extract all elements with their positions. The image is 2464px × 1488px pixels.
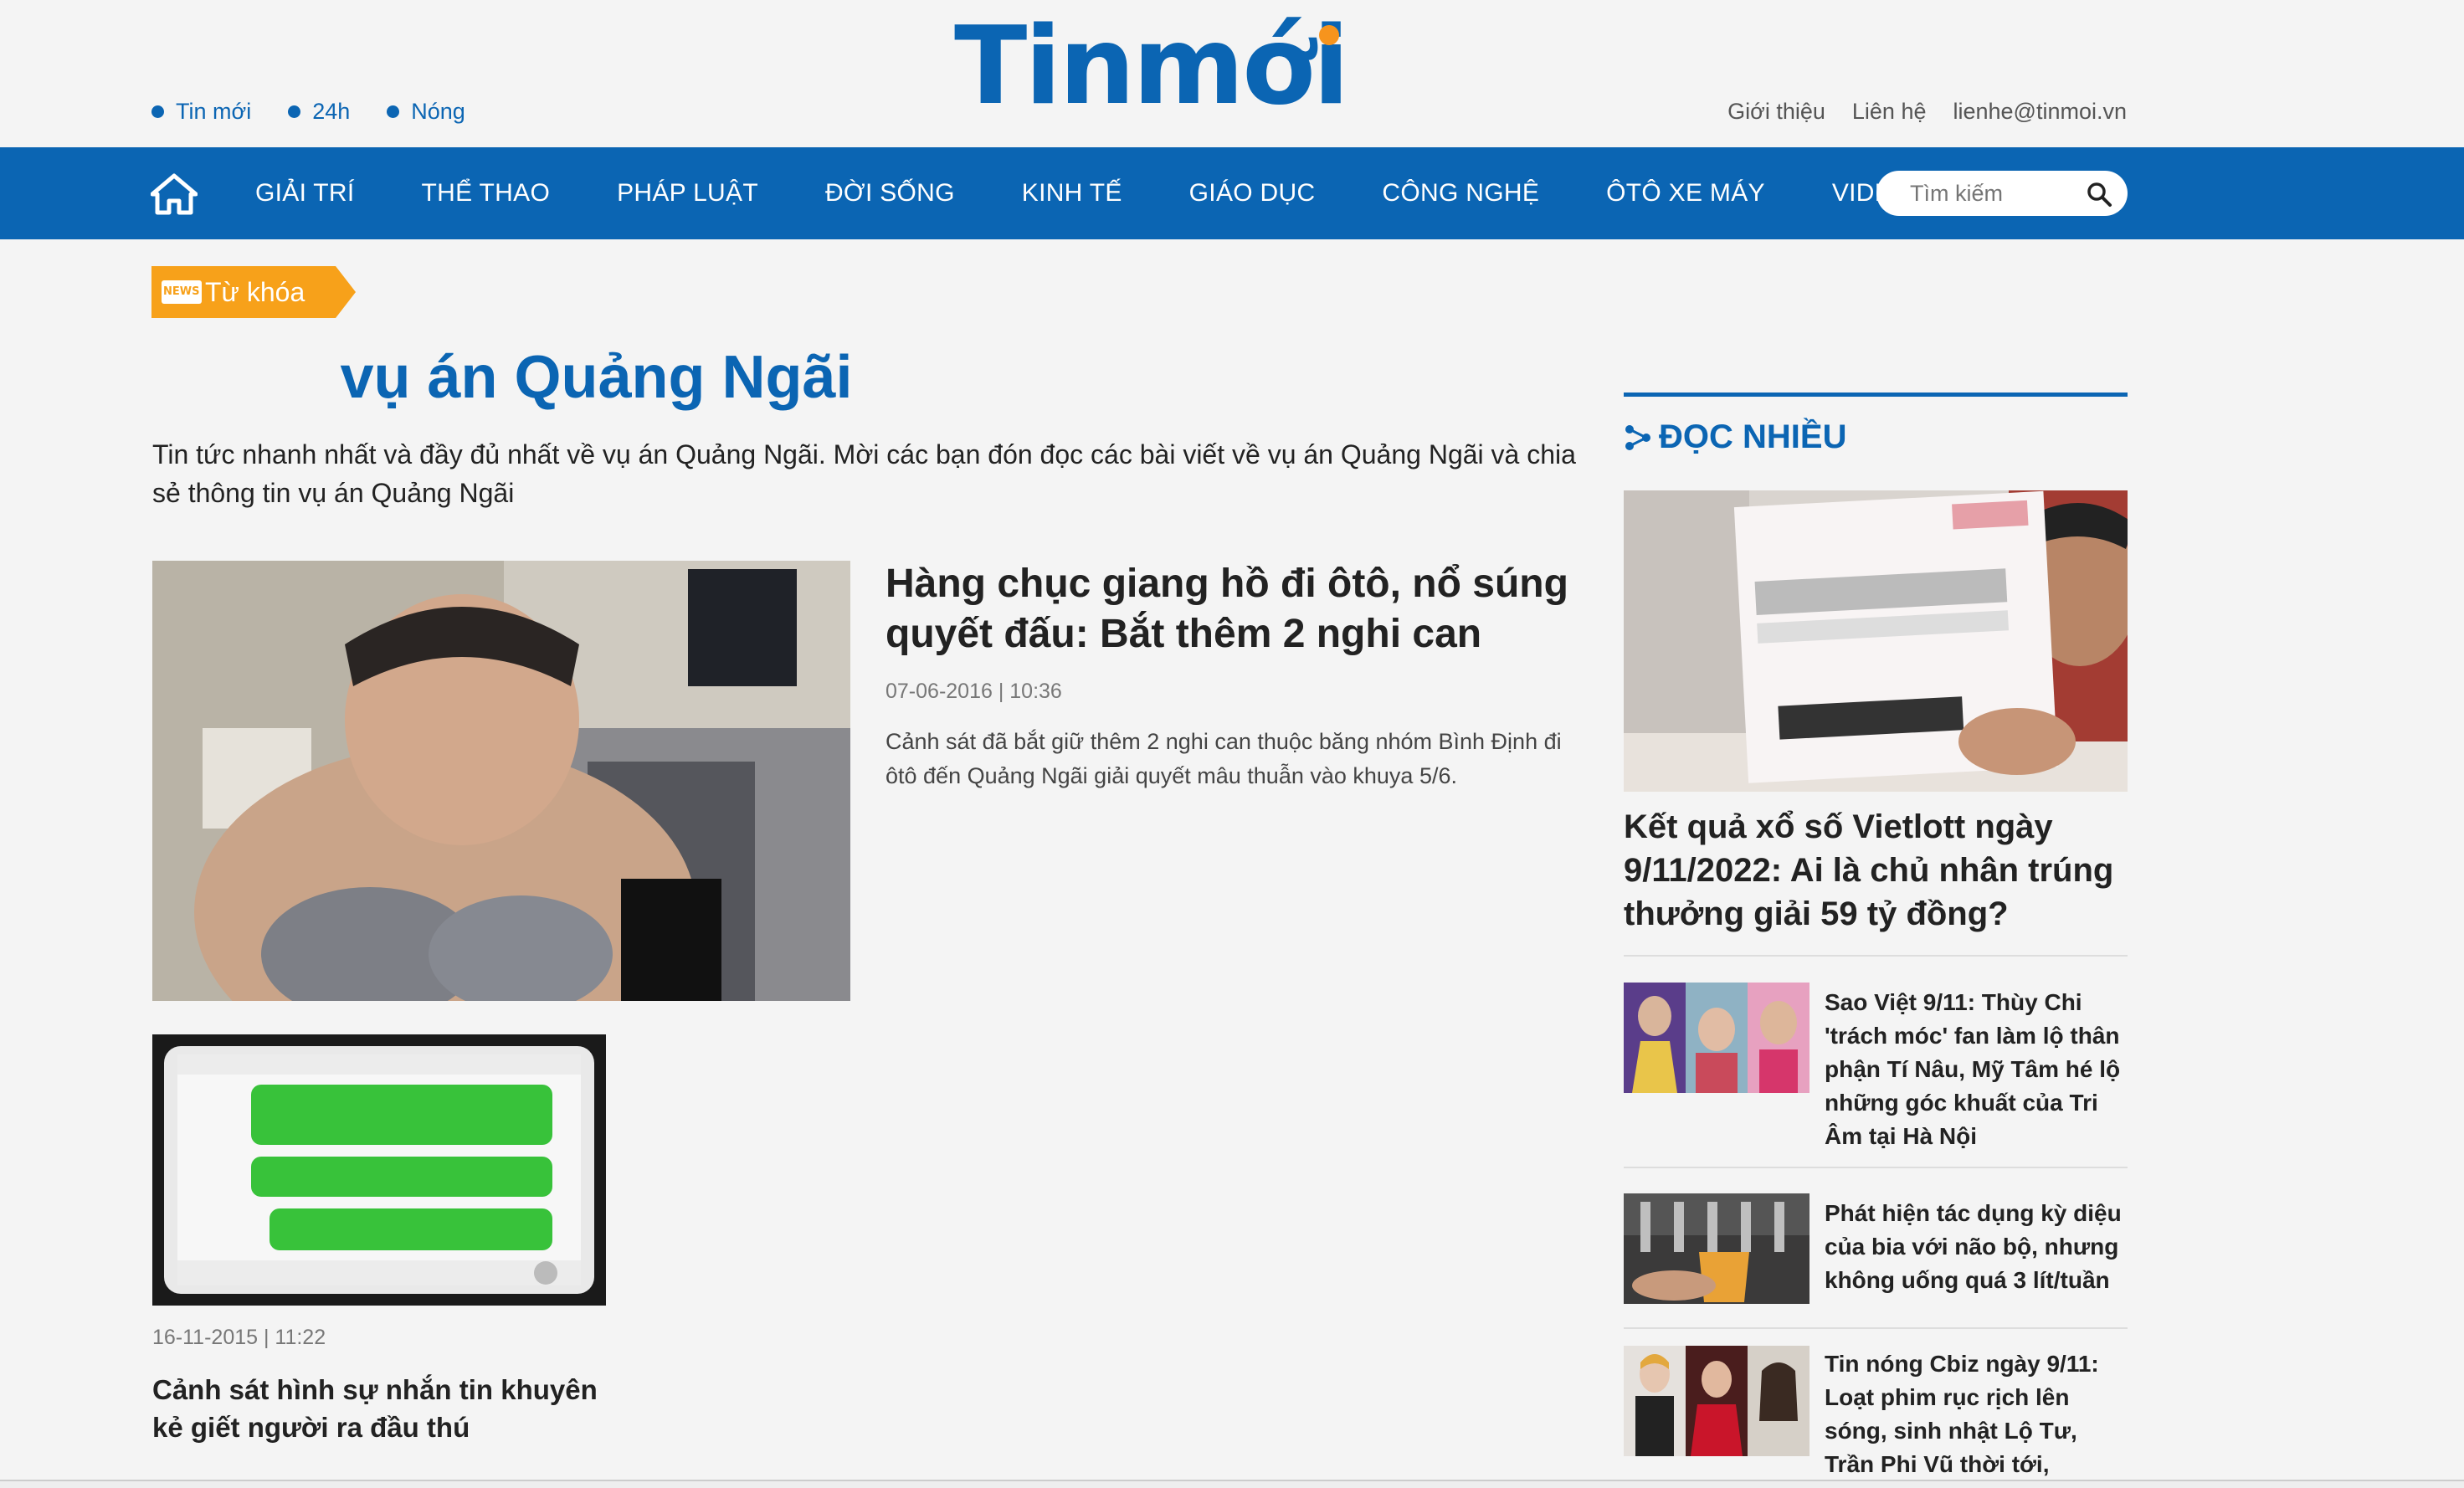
sidebar-item-thumbnail[interactable]	[1624, 1193, 1810, 1304]
sidebar-separator	[1624, 1327, 2128, 1329]
sidebar-heading: ĐỌC NHIỀU	[1624, 418, 1846, 456]
article-date: 16-11-2015 | 11:22	[152, 1326, 326, 1349]
news-icon	[162, 280, 202, 304]
about-link[interactable]: Giới thiệu	[1727, 99, 1825, 125]
share-icon	[1625, 424, 1650, 450]
phone-screenshot-photo	[152, 1034, 606, 1306]
celebrity-collage-photo	[1624, 983, 1810, 1093]
contact-link[interactable]: Liên hệ	[1852, 99, 1927, 125]
lottery-ticket-photo	[1624, 490, 2128, 792]
quick-link-24h[interactable]: 24h	[288, 99, 350, 125]
article-thumbnail[interactable]	[152, 1034, 606, 1306]
sidebar-separator	[1624, 955, 2128, 957]
sidebar-item-title[interactable]: Sao Việt 9/11: Thùy Chi 'trách móc' fan …	[1825, 986, 2128, 1153]
bullet-icon	[387, 105, 400, 118]
sidebar-item-thumbnail[interactable]	[1624, 983, 1810, 1093]
page-description: Tin tức nhanh nhất và đầy đủ nhất về vụ …	[152, 439, 1576, 508]
nav-item-the-thao[interactable]: THỂ THAO	[422, 179, 551, 208]
nav-item-kinh-te[interactable]: KINH TẾ	[1022, 179, 1122, 208]
quick-links: Tin mới 24h Nóng	[151, 99, 502, 125]
search-input[interactable]	[1910, 180, 2069, 207]
featured-article-image[interactable]	[152, 561, 850, 1001]
sidebar-top-title[interactable]: Kết quả xổ số Vietlott ngày 9/11/2022: A…	[1624, 805, 2128, 936]
featured-article-date: 07-06-2016 | 10:36	[886, 680, 1062, 703]
sidebar-item-title[interactable]: Tin nóng Cbiz ngày 9/11: Loạt phim rục r…	[1825, 1347, 2128, 1488]
beer-tap-photo	[1624, 1193, 1810, 1304]
sidebar-item-thumbnail[interactable]	[1624, 1346, 1810, 1456]
email-link[interactable]: lienhe@tinmoi.vn	[1953, 99, 2127, 125]
search-icon[interactable]	[2086, 181, 2112, 208]
article-title[interactable]: Cảnh sát hình sự nhắn tin khuyên kẻ giết…	[152, 1371, 621, 1446]
search-box	[1876, 171, 2128, 216]
bullet-icon	[151, 105, 164, 118]
nav-item-giai-tri[interactable]: GIẢI TRÍ	[255, 179, 355, 208]
top-right-links: Giới thiệu Liên hệ lienhe@tinmoi.vn	[1727, 99, 2127, 125]
sidebar-separator	[1624, 1167, 2128, 1168]
nav-item-doi-song[interactable]: ĐỜI SỐNG	[825, 179, 955, 208]
nav-item-giao-duc[interactable]: GIÁO DỤC	[1189, 179, 1316, 208]
nav-item-cong-nghe[interactable]: CÔNG NGHỆ	[1382, 179, 1539, 208]
site-logo[interactable]: Tinmới	[954, 12, 1349, 121]
quick-link-nong[interactable]: Nóng	[387, 99, 465, 125]
quick-link-tin-moi[interactable]: Tin mới	[151, 99, 251, 125]
page-title: vụ án Quảng Ngãi	[340, 344, 853, 411]
sidebar-top-image[interactable]	[1624, 490, 2128, 792]
featured-article-title[interactable]: Hàng chục giang hồ đi ôtô, nổ súng quyết…	[886, 559, 1589, 659]
featured-photo	[152, 561, 850, 1001]
nav-item-phap-luat[interactable]: PHÁP LUẬT	[617, 179, 758, 208]
featured-article-summary: Cảnh sát đã bắt giữ thêm 2 nghi can thuộ…	[886, 729, 1562, 788]
home-icon[interactable]	[151, 172, 198, 216]
keyword-tag: Từ khóa	[151, 266, 356, 318]
bullet-icon	[288, 105, 301, 118]
page-bottom-edge	[0, 1480, 2464, 1488]
top-bar: Tin mới 24h Nóng Tinmới Giới thiệu Liên …	[0, 0, 2464, 147]
sidebar-item-title[interactable]: Phát hiện tác dụng kỳ diệu của bia với n…	[1825, 1197, 2128, 1297]
sidebar-divider	[1624, 393, 2128, 397]
nav-menu: GIẢI TRÍ THỂ THAO PHÁP LUẬT ĐỜI SỐNG KIN…	[255, 147, 1979, 239]
main-navbar: GIẢI TRÍ THỂ THAO PHÁP LUẬT ĐỜI SỐNG KIN…	[0, 147, 2464, 239]
logo-dot-icon	[1318, 25, 1339, 45]
nav-item-oto-xe-may[interactable]: ÔTÔ XE MÁY	[1606, 179, 1765, 208]
cbiz-collage-photo	[1624, 1346, 1810, 1456]
